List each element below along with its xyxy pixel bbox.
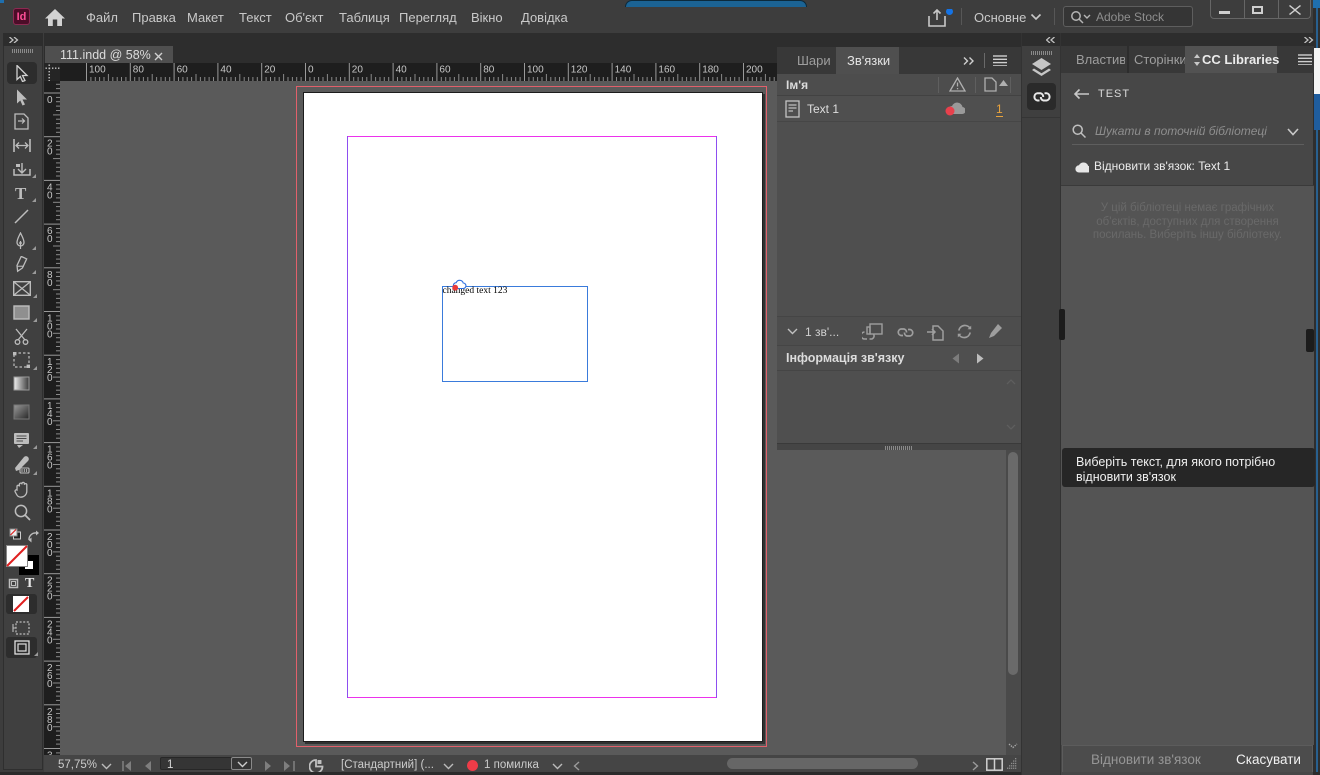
svg-text:20: 20: [352, 65, 364, 76]
svg-text:0: 0: [47, 723, 53, 734]
svg-text:80: 80: [133, 65, 145, 76]
svg-text:0: 0: [47, 461, 53, 472]
svg-text:0: 0: [47, 147, 53, 158]
svg-text:0: 0: [47, 417, 53, 428]
svg-text:60: 60: [439, 65, 451, 76]
svg-text:0: 0: [47, 635, 53, 646]
svg-text:0: 0: [47, 234, 53, 245]
svg-text:0: 0: [47, 278, 53, 289]
svg-text:40: 40: [220, 65, 232, 76]
svg-text:0: 0: [47, 373, 53, 384]
svg-text:20: 20: [264, 65, 276, 76]
svg-text:0: 0: [47, 190, 53, 201]
svg-text:140: 140: [615, 65, 632, 76]
svg-text:180: 180: [702, 65, 719, 76]
svg-text:80: 80: [483, 65, 495, 76]
svg-text:0: 0: [47, 548, 53, 559]
svg-text:0: 0: [47, 592, 53, 603]
svg-text:100: 100: [527, 65, 544, 76]
svg-text:40: 40: [396, 65, 408, 76]
svg-text:160: 160: [658, 65, 675, 76]
svg-text:0: 0: [47, 330, 53, 341]
svg-text:0: 0: [308, 65, 314, 76]
svg-text:100: 100: [89, 65, 106, 76]
svg-text:60: 60: [177, 65, 189, 76]
svg-text:200: 200: [746, 65, 763, 76]
svg-text:0: 0: [47, 679, 53, 690]
svg-text:120: 120: [571, 65, 588, 76]
svg-text:0: 0: [47, 95, 53, 106]
svg-text:0: 0: [47, 504, 53, 515]
